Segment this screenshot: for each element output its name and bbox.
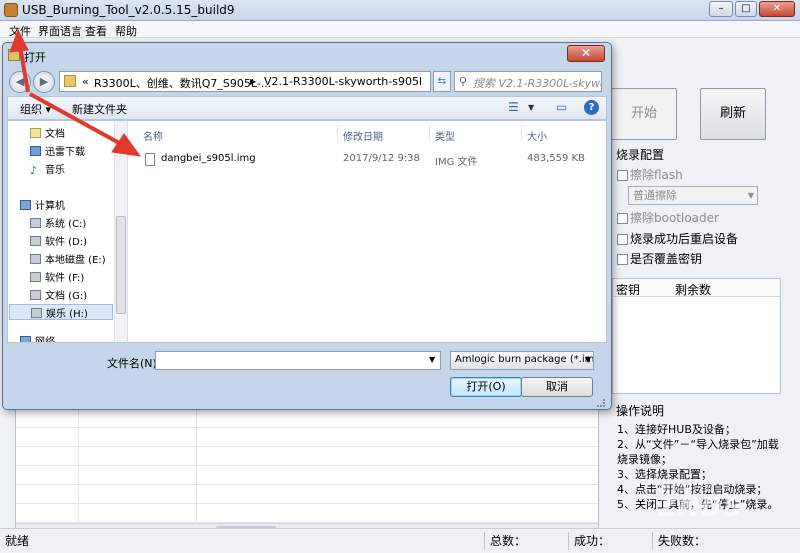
status-success: 成功： [574, 534, 611, 548]
key-column-header[interactable]: 密钥 [616, 281, 640, 298]
nav-item-music[interactable]: ♪ 音乐 [30, 161, 65, 177]
file-type-select[interactable]: Amlogic burn package (*.img) [450, 351, 594, 370]
search-icon: ⚲ [459, 75, 468, 88]
folder-icon [64, 75, 76, 87]
view-options-icon[interactable]: ☰ [508, 100, 519, 114]
file-row[interactable]: dangbei_s905l.img 2017/9/12 9:38 IMG 文件 … [141, 153, 601, 169]
dialog-close-button[interactable]: ✕ [567, 45, 605, 62]
search-input[interactable]: ⚲搜索 V2.1-R3300L-skyworth... [454, 71, 602, 92]
app-close-button[interactable]: ✕ [759, 1, 795, 17]
preview-pane-icon[interactable]: ▭ [556, 100, 567, 114]
erase-flash-checkbox[interactable]: 擦除flash [617, 166, 683, 182]
nav-item-drive-h[interactable]: 娱乐 (H:) [9, 304, 113, 320]
filename-input[interactable] [155, 351, 441, 370]
watermark-logo: ZNDS [658, 493, 743, 523]
status-total: 总数： [490, 534, 527, 548]
nav-item-network[interactable]: 网络 [20, 333, 55, 342]
nav-item-computer[interactable]: 计算机 [20, 197, 65, 213]
erase-mode-select[interactable]: 普通擦除 ▼ [628, 186, 758, 205]
chevron-down-icon[interactable]: ▼ [585, 355, 591, 364]
organize-button[interactable]: 组织 ▾ [20, 101, 51, 117]
reboot-after-checkbox[interactable]: 烧录成功后重启设备 [617, 230, 738, 246]
back-arrow-icon[interactable]: ◀ [9, 71, 31, 93]
burn-config-panel: 烧录配置 擦除flash 普通擦除 ▼ 擦除bootloader 烧录成功后重启设… [612, 146, 784, 270]
overwrite-key-checkbox[interactable]: 是否覆盖密钥 [617, 250, 702, 266]
erase-bootloader-checkbox[interactable]: 擦除bootloader [617, 209, 719, 225]
app-menu-bar: 文件 界面语言 查看 帮助 [0, 21, 800, 38]
help-title: 操作说明 [616, 404, 665, 418]
navigation-pane: 文档 迅雷下载 ♪ 音乐 计算机 系统 (C:) 软件 (D:) 本地磁盘 (E:… [8, 121, 128, 342]
chevron-down-icon: ▼ [747, 191, 754, 200]
help-icon[interactable]: ? [584, 100, 599, 115]
open-button[interactable]: 打开(O) [450, 377, 522, 397]
cancel-button[interactable]: 取消 [521, 377, 593, 397]
column-size[interactable]: 大小 [527, 128, 547, 143]
file-date: 2017/9/12 9:38 [343, 153, 420, 164]
key-table-header: 密钥 剩余数 [613, 279, 780, 297]
burn-config-title: 烧录配置 [616, 148, 665, 162]
status-fail: 失败数： [658, 534, 707, 548]
dialog-toolbar: 组织 ▾ 新建文件夹 ☰ ▼ ▭ ? [7, 96, 607, 120]
menu-view[interactable]: 查看 [85, 23, 107, 39]
dialog-title: 打开 [24, 51, 46, 64]
address-prefix: « [82, 75, 89, 88]
column-name[interactable]: 名称 [143, 128, 163, 143]
resize-grip-icon[interactable] [597, 399, 605, 407]
menu-help[interactable]: 帮助 [115, 23, 137, 39]
filename-label: 文件名(N): [107, 357, 161, 370]
device-list-grid [15, 408, 599, 538]
maximize-button[interactable]: □ [735, 1, 757, 17]
dialog-main-area: 文档 迅雷下载 ♪ 音乐 计算机 系统 (C:) 软件 (D:) 本地磁盘 (E:… [7, 120, 607, 343]
forward-arrow-icon[interactable]: ▶ [33, 71, 55, 93]
refresh-button[interactable]: 刷新 [700, 88, 766, 140]
file-list: 名称 修改日期 类型 大小 dangbei_s905l.img 2017/9/1… [129, 121, 606, 342]
breadcrumb-part-1[interactable]: R3300L、创维、数讯Q7_S905L-... [94, 75, 271, 91]
file-type: IMG 文件 [435, 157, 478, 168]
nav-item-drive-c[interactable]: 系统 (C:) [30, 215, 86, 231]
address-bar: ◀ ▶ « R3300L、创维、数讯Q7_S905L-... ▶ V2.1-R3… [7, 70, 607, 94]
start-button[interactable]: 开始 [611, 88, 677, 140]
open-file-dialog: 打开 ✕ ◀ ▶ « R3300L、创维、数讯Q7_S905L-... ▶ V2… [2, 42, 612, 410]
minimize-button[interactable]: – [709, 1, 733, 17]
menu-language[interactable]: 界面语言 [38, 23, 82, 39]
chevron-right-icon: ▶ [250, 77, 257, 86]
remaining-column-header[interactable]: 剩余数 [675, 281, 711, 298]
nav-item-drive-f[interactable]: 软件 (F:) [30, 269, 84, 285]
column-type[interactable]: 类型 [435, 128, 455, 143]
refresh-arrows-icon[interactable]: ⇆ [433, 71, 451, 92]
breadcrumb-part-2[interactable]: V2.1-R3300L-skyworth-s905l [264, 75, 422, 88]
status-bar: 就绪 总数： 成功： 失败数： [0, 528, 800, 553]
app-title-bar: USB_Burning_Tool_v2.0.5.15_build9 – □ ✕ [0, 0, 800, 21]
app-icon [4, 3, 18, 17]
file-name: dangbei_s905l.img [161, 153, 256, 164]
file-size: 483,559 KB [527, 153, 585, 164]
chevron-down-icon[interactable]: ▼ [429, 355, 435, 364]
nav-item-thunder-downloads[interactable]: 迅雷下载 [30, 143, 85, 159]
nav-item-drive-g[interactable]: 文档 (G:) [30, 287, 87, 303]
chevron-down-icon[interactable]: ▼ [528, 103, 534, 112]
key-table: 密钥 剩余数 [612, 278, 781, 394]
column-date[interactable]: 修改日期 [343, 128, 383, 143]
new-folder-button[interactable]: 新建文件夹 [72, 101, 127, 117]
nav-item-drive-e[interactable]: 本地磁盘 (E:) [30, 251, 106, 267]
nav-item-drive-d[interactable]: 软件 (D:) [30, 233, 87, 249]
address-path[interactable]: « R3300L、创维、数讯Q7_S905L-... ▶ V2.1-R3300L… [59, 71, 431, 92]
status-ready: 就绪 [5, 534, 30, 548]
menu-file[interactable]: 文件 [9, 23, 31, 39]
nav-item-documents[interactable]: 文档 [30, 125, 65, 141]
app-title: USB_Burning_Tool_v2.0.5.15_build9 [22, 3, 235, 17]
nav-scrollbar[interactable] [114, 121, 127, 342]
folder-icon [8, 49, 20, 61]
dialog-title-bar: 打开 ✕ [3, 43, 611, 67]
file-icon [145, 153, 155, 166]
dialog-bottom: 文件名(N): ▼ Amlogic burn package (*.img) ▼… [7, 345, 607, 409]
